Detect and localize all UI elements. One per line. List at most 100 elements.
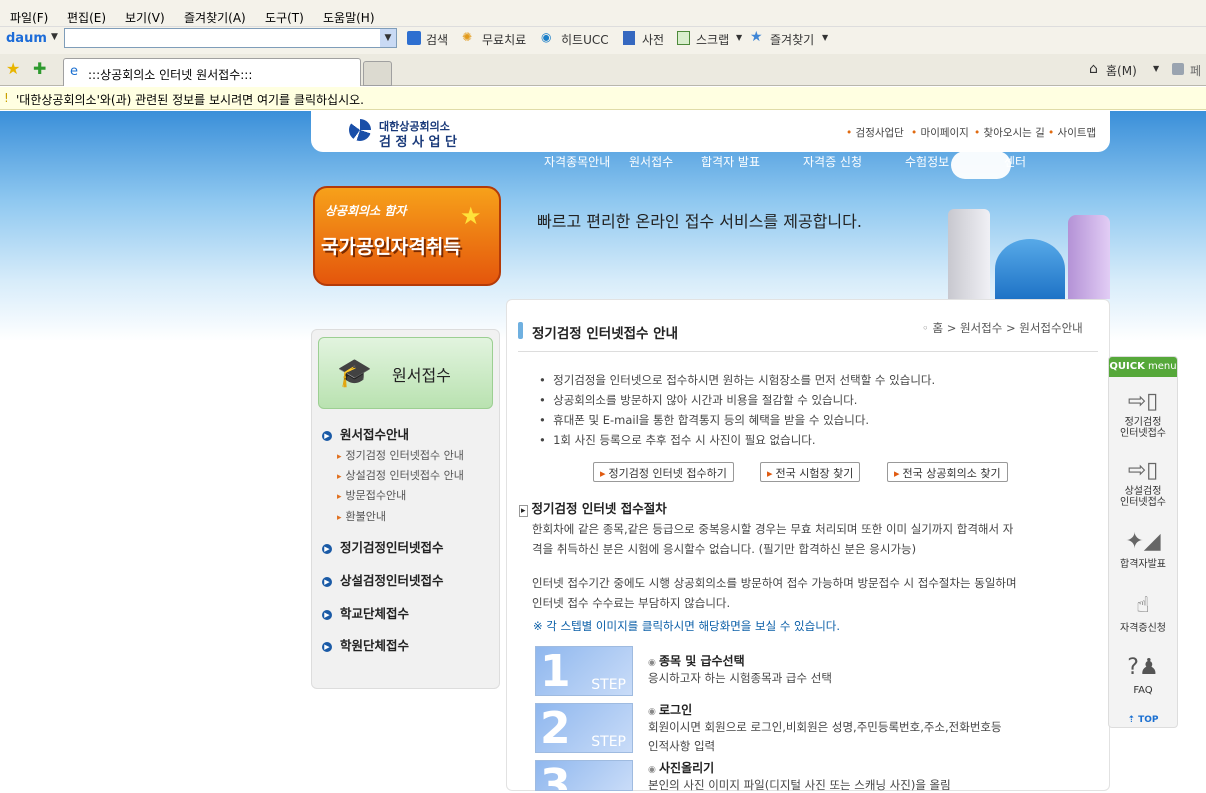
nav-subjects[interactable]: 자격종목안내 [544,153,610,170]
step-2-image[interactable]: 2 STEP [535,703,633,754]
promo-banner[interactable]: 상공회의소 함자 국가공인자격취득 ★ [313,186,501,286]
quick-permanent-apply[interactable]: ⇨▯ 상설검정 인터넷접수 [1108,456,1178,508]
home-icon: ⌂ [1089,61,1098,77]
menu-view[interactable]: 보기(V) [125,9,165,26]
star-icon: ★ [460,202,482,230]
favorites-button[interactable]: 즐겨찾기 [770,31,814,48]
search-icon [407,31,421,45]
tab-bar: ★ ✚ e :::상공회의소 인터넷 원서접수::: ⌂ 홈(M) ▼ 페 [0,54,1206,86]
page-menu-label[interactable]: 페 [1190,62,1201,79]
confetti-icon: ✦◢ [1125,529,1161,554]
chevron-down-icon[interactable]: ▼ [1153,64,1159,73]
step-1-desc: 응시하고자 하는 시험종목과 급수 선택 [648,671,832,685]
page-title: 정기검정 인터넷접수 안내 [532,326,679,342]
step-note: ※ 각 스텝별 이미지를 클릭하시면 해당화면을 보실 수 있습니다. [533,619,841,633]
sidebar-title: 원서접수 [392,366,451,385]
chevron-down-icon[interactable]: ▼ [822,33,828,42]
document-arrow-icon: ⇨▯ [1127,458,1159,483]
sun-icon: ✺ [462,30,473,44]
bullet-item: • 휴대폰 및 E-mail을 통한 합격통지 등의 혜택을 받을 수 있습니다… [539,413,870,427]
toplink-mypage[interactable]: • 마이페이지 [911,125,969,140]
step-1-image[interactable]: 1 STEP [535,646,633,697]
step-2-title: ◉ 로그인 [648,703,693,717]
menu-favorites[interactable]: 즐겨찾기(A) [184,9,246,26]
sidebar-item-academy[interactable]: ▶ 학원단체접수 [322,635,409,654]
dictionary-button[interactable]: 사전 [642,31,664,48]
sidebar-item-school[interactable]: ▶ 학교단체접수 [322,603,409,622]
sidebar-sub-visit[interactable]: 방문접수안내 [337,487,407,503]
toplink-sitemap[interactable]: • 사이트맵 [1048,125,1096,140]
arrow-icon: ▶ [322,609,332,620]
logo-icon [349,119,371,141]
find-chamber-button[interactable]: 전국 상공회의소 찾기 [887,462,1008,482]
nav-exam-info[interactable]: 수험정보 [905,153,949,170]
graduation-cap-icon: 🎓 [337,356,372,389]
menu-tools[interactable]: 도구(T) [265,9,304,26]
star-icon: ★ [750,29,763,45]
sidebar-sub-regular[interactable]: 정기검정 인터넷접수 안내 [337,447,464,463]
step-2-desc: 회원이시면 회원으로 로그인,비회원은 성명,주민등록번호,주소,전화번호등 [648,720,1002,734]
site-header: 대한상공회의소 검 정 사 업 단 • 검정사업단 • 마이페이지 • 찾아오시… [311,111,1110,152]
sidebar-sub-refund[interactable]: 환불안내 [337,508,386,524]
new-tab-button[interactable] [363,61,392,86]
chevron-down-icon[interactable]: ▼ [380,29,396,47]
menu-file[interactable]: 파일(F) [10,9,48,26]
bullet-item: • 정기검정을 인터넷으로 접수하시면 원하는 시험장소를 먼저 선택할 수 있… [539,373,936,387]
ucc-icon: ◉ [541,30,552,44]
quick-certificate[interactable]: ☝ 자격증신청 [1108,589,1178,634]
daum-logo[interactable]: daum [6,31,47,46]
feed-icon[interactable] [1172,63,1184,75]
breadcrumb: ◦ 홈 > 원서접수 > 원서접수안내 [922,321,1083,335]
menu-help[interactable]: 도움말(H) [323,9,375,26]
tab-active[interactable]: e :::상공회의소 인터넷 원서접수::: [63,58,361,86]
quick-results[interactable]: ✦◢ 합격자발표 [1108,525,1178,570]
logo-line2[interactable]: 검 정 사 업 단 [379,131,457,150]
apply-online-button[interactable]: 정기검정 인터넷 접수하기 [593,462,734,482]
hand-click-icon: ☝ [1136,593,1150,618]
chevron-down-icon[interactable]: ▼ [51,32,58,42]
nav-apply[interactable]: 원서접수 [629,153,673,170]
info-icon: ! [4,91,9,105]
sidebar-item-regular[interactable]: ▶ 정기검정인터넷접수 [322,537,444,556]
nav-certificate[interactable]: 자격증 신청 [803,153,862,170]
menu-bar: 파일(F) 편집(E) 보기(V) 즐겨찾기(A) 도구(T) 도움말(H) [0,0,1206,27]
para2-line1: 인터넷 접수기간 중에도 시행 상공회의소를 방문하여 접수 가능하며 방문접수… [532,576,1017,590]
arrow-icon: ▶ [322,430,332,441]
sidebar-title-box: 🎓 원서접수 [318,337,493,409]
nav-results[interactable]: 합격자 발표 [701,153,760,170]
tab-title: :::상공회의소 인터넷 원서접수::: [88,68,253,82]
scrap-button[interactable]: 스크랩 [696,31,729,48]
sidebar-sub-permanent[interactable]: 상설검정 인터넷접수 안내 [337,467,464,483]
arrow-icon: ▶ [322,576,332,587]
ucc-button[interactable]: 히트UCC [561,31,609,48]
sidebar-item-permanent[interactable]: ▶ 상설검정인터넷접수 [322,570,444,589]
logo-e-decoration [995,239,1065,299]
favorites-star-icon[interactable]: ★ [6,59,20,78]
quick-regular-apply[interactable]: ⇨▯ 정기검정 인터넷접수 [1108,387,1178,439]
step-3-title: ◉ 사진올리기 [648,761,715,775]
ie-icon: e [70,64,78,79]
quick-menu-header: QUICK menu [1109,357,1177,377]
building-decoration [948,209,990,299]
chevron-down-icon[interactable]: ▼ [736,33,742,42]
info-bar[interactable]: ! '대한상공회의소'와(과) 관련된 정보를 보시려면 여기를 클릭하십시오. [0,87,1206,110]
scrap-icon [677,31,690,45]
arrow-icon: ▶ [322,543,332,554]
info-bar-text[interactable]: '대한상공회의소'와(과) 관련된 정보를 보시려면 여기를 클릭하십시오. [16,91,364,108]
find-exam-site-button[interactable]: 전국 시험장 찾기 [760,462,861,482]
quick-faq[interactable]: ?♟ FAQ [1108,651,1178,696]
free-button[interactable]: 무료치료 [482,31,526,48]
toplink-directions[interactable]: • 찾아오시는 길 [974,125,1045,140]
search-button[interactable]: 검색 [426,31,448,48]
toplink-exam[interactable]: • 검정사업단 [846,125,904,140]
menu-edit[interactable]: 편집(E) [67,9,106,26]
search-input[interactable]: ▼ [64,28,397,48]
quick-top-button[interactable]: ⇡ TOP [1108,715,1178,726]
dictionary-icon [623,31,635,45]
add-favorite-icon[interactable]: ✚ [33,59,46,78]
sidebar-item-guide[interactable]: ▶ 원서접수안내 [322,424,409,443]
banner-small-text: 상공회의소 함자 [325,204,407,218]
home-button[interactable]: 홈(M) [1106,62,1137,79]
procedure-title: ▸ 정기검정 인터넷 접수절차 [519,501,667,517]
step-3-image[interactable]: 3 [535,760,633,791]
